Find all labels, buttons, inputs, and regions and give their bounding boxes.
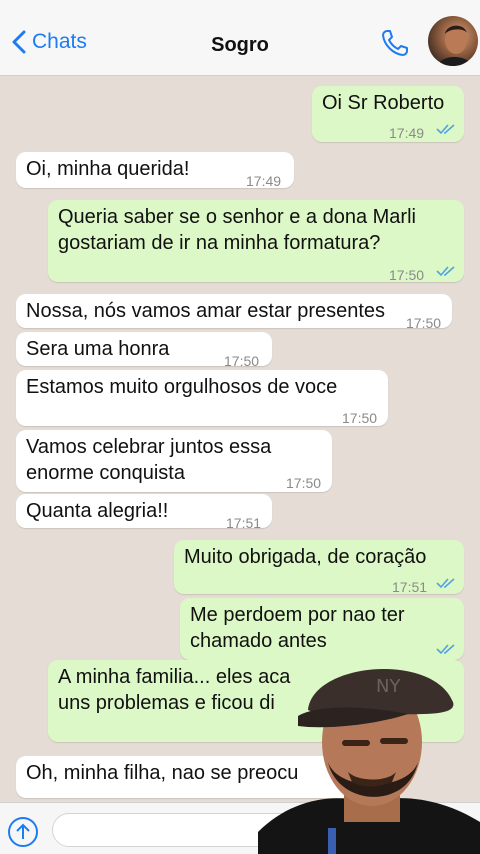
chat-header: Chats Sogro — [0, 0, 480, 76]
message-text: Nossa, nós vamos amar estar presentes — [26, 300, 386, 322]
message-time: 17:50 — [406, 315, 442, 331]
streamer-photo: NY — [258, 668, 480, 854]
avatar-photo — [438, 25, 472, 66]
phone-icon — [382, 30, 408, 56]
message-text: Estamos muito orgulhosos de voce — [26, 376, 338, 398]
message-incoming[interactable]: Estamos muito orgulhosos de voce 17:50 — [16, 370, 388, 426]
svg-text:NY: NY — [376, 676, 401, 697]
message-incoming[interactable]: Quanta alegria!! 17:51 — [16, 494, 272, 531]
message-incoming[interactable]: Sera uma honra 17:50 — [16, 332, 272, 369]
message-outgoing[interactable]: Oi Sr Roberto 17:49 — [312, 86, 464, 142]
read-ticks-icon — [436, 266, 455, 277]
message-text-line-2: enorme conquista — [26, 462, 185, 484]
message-time: 17:50 — [389, 267, 425, 283]
message-time: 17:51 — [392, 579, 428, 595]
message-time: 17:51 — [226, 515, 262, 531]
contact-avatar[interactable] — [428, 16, 478, 66]
message-outgoing[interactable]: Muito obrigada, de coração 17:51 — [174, 540, 464, 595]
webcam-overlay: NY — [258, 632, 480, 854]
message-text: Sera uma honra — [26, 338, 170, 360]
message-text: Vamos celebrar juntos essa — [26, 436, 272, 458]
message-text: Oi, minha querida! — [26, 158, 190, 180]
message-text: Oi Sr Roberto — [322, 92, 445, 114]
read-ticks-icon — [436, 578, 455, 589]
message-incoming[interactable]: Vamos celebrar juntos essa enorme conqui… — [16, 430, 332, 492]
read-ticks-icon — [436, 124, 455, 135]
message-time: 17:49 — [389, 125, 425, 141]
message-text: Queria saber se o senhor e a dona Marli — [58, 206, 416, 228]
message-text: Quanta alegria!! — [26, 500, 169, 522]
message-time: 17:50 — [286, 475, 322, 491]
message-time: 17:50 — [342, 410, 378, 426]
message-time: 17:49 — [246, 173, 282, 189]
message-text: Me perdoem por nao ter — [190, 604, 405, 626]
message-text: Muito obrigada, de coração — [184, 546, 427, 568]
message-incoming[interactable]: Nossa, nós vamos amar estar presentes 17… — [16, 294, 452, 331]
phone-call-button[interactable] — [380, 28, 410, 63]
arrow-up-icon — [16, 823, 30, 839]
message-outgoing[interactable]: Queria saber se o senhor e a dona Marli … — [48, 200, 464, 283]
message-incoming[interactable]: Oi, minha querida! 17:49 — [16, 152, 294, 189]
upload-button[interactable] — [8, 817, 38, 847]
message-text-line-2: gostariam de ir na minha formatura? — [58, 232, 381, 254]
